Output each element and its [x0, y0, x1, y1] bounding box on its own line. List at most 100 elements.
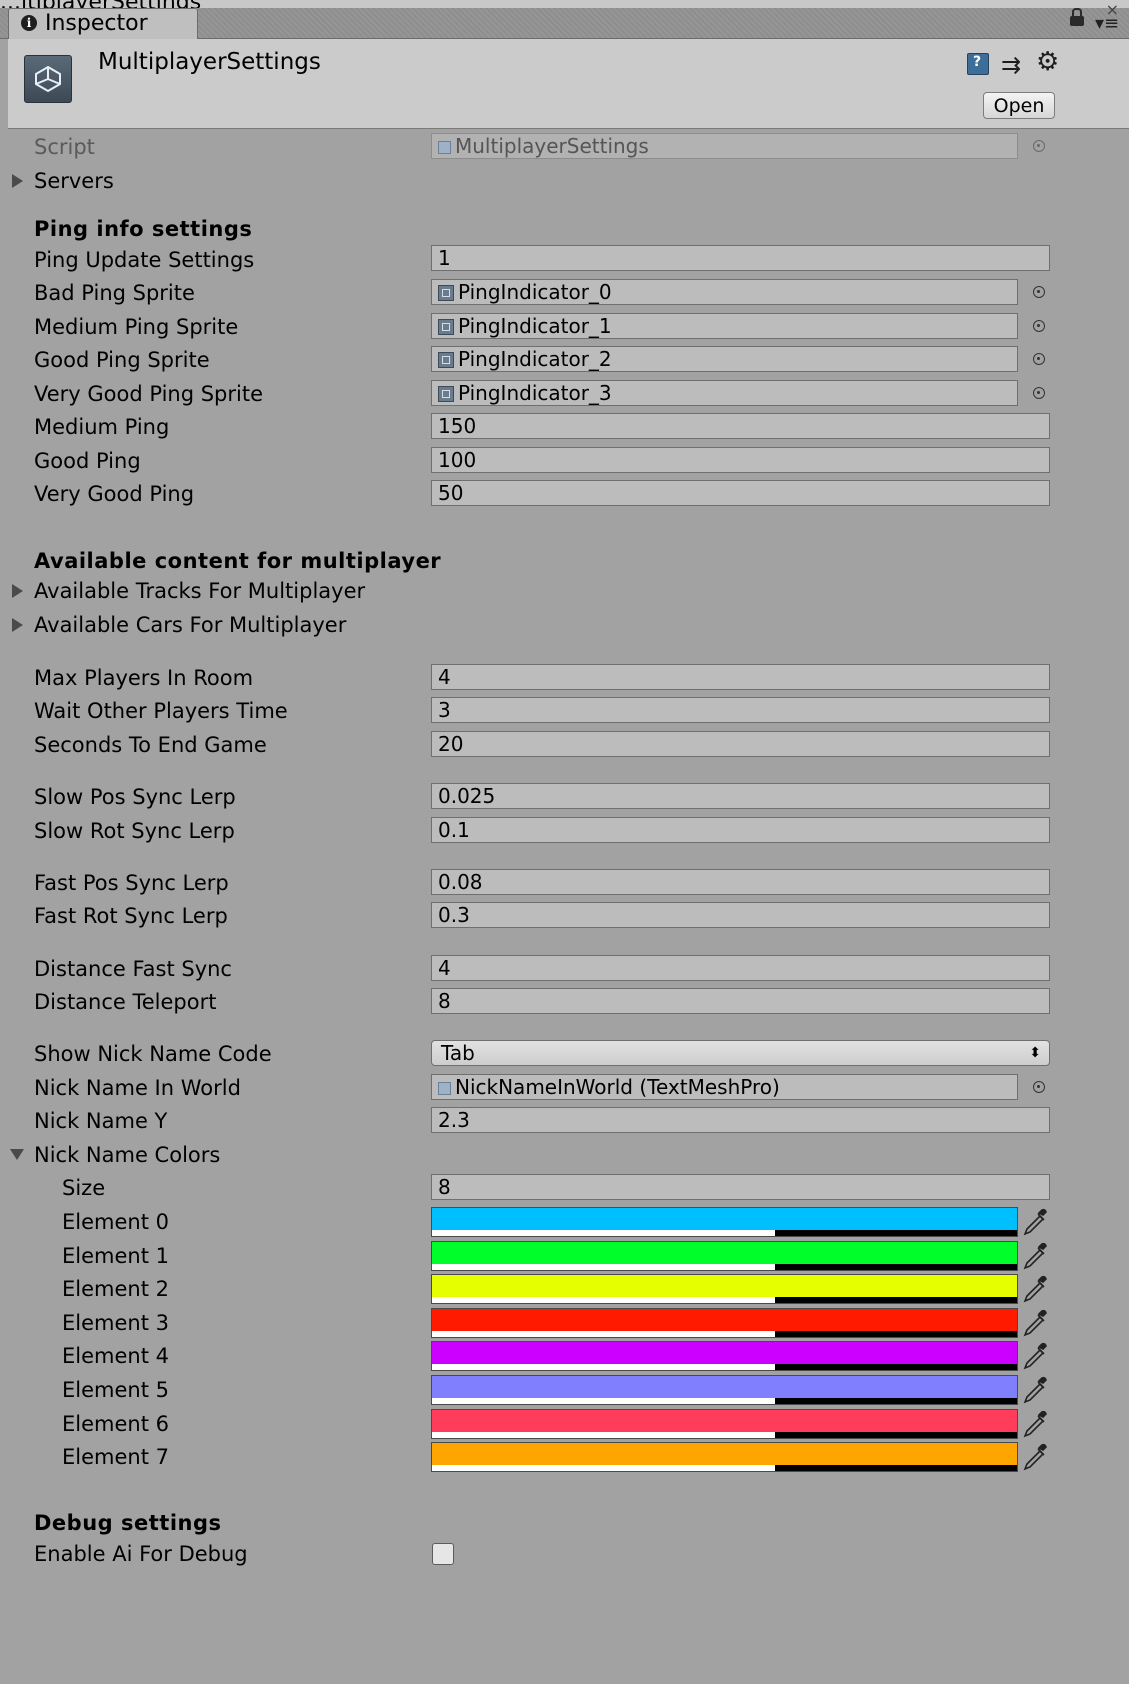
max-players-input[interactable]: 4 — [431, 664, 1050, 690]
nick-colors-foldout[interactable]: Nick Name Colors — [34, 1143, 220, 1167]
enable-ai-checkbox[interactable] — [432, 1543, 454, 1565]
object-picker-icon[interactable] — [1033, 1081, 1045, 1093]
fast-pos-input[interactable]: 0.08 — [431, 869, 1050, 895]
distance-teleport-input[interactable]: 8 — [431, 988, 1050, 1014]
nick-y-label: Nick Name Y — [34, 1109, 168, 1133]
very-good-ping-input[interactable]: 50 — [431, 480, 1050, 506]
window-title-strip: ...ltiplayerSettings — [0, 0, 1129, 15]
distance-teleport-label: Distance Teleport — [34, 990, 217, 1014]
tracks-foldout[interactable]: Available Tracks For Multiplayer — [34, 579, 365, 603]
distance-fast-input[interactable]: 4 — [431, 955, 1050, 981]
color-element-label: Element 0 — [62, 1210, 169, 1234]
cars-foldout[interactable]: Available Cars For Multiplayer — [34, 613, 346, 637]
help-icon[interactable] — [967, 53, 989, 75]
eyedropper-icon[interactable] — [1022, 1207, 1048, 1237]
nick-world-label: Nick Name In World — [34, 1076, 241, 1100]
open-button[interactable]: Open — [983, 92, 1055, 119]
eyedropper-icon[interactable] — [1022, 1274, 1048, 1304]
foldout-arrow-icon[interactable] — [12, 584, 23, 598]
content-section-heading: Available content for multiplayer — [34, 549, 442, 573]
color-field[interactable] — [431, 1375, 1018, 1405]
alpha-bar — [432, 1230, 775, 1236]
color-field[interactable] — [431, 1207, 1018, 1237]
tab-inspector[interactable]: i Inspector — [8, 8, 198, 39]
color-element-label: Element 2 — [62, 1277, 169, 1301]
color-element-label: Element 5 — [62, 1378, 169, 1402]
foldout-arrow-icon[interactable] — [10, 1149, 24, 1160]
good-ping-input[interactable]: 100 — [431, 447, 1050, 473]
object-picker-icon[interactable] — [1033, 387, 1045, 399]
color-swatch — [432, 1275, 1017, 1297]
eyedropper-icon[interactable] — [1022, 1341, 1048, 1371]
color-element-label: Element 3 — [62, 1311, 169, 1335]
unity-logo-icon — [24, 55, 72, 103]
very-good-ping-sprite-value: PingIndicator_3 — [458, 381, 612, 405]
bad-ping-sprite-value: PingIndicator_0 — [458, 280, 612, 304]
lock-icon[interactable] — [1070, 8, 1084, 26]
alpha-bar — [432, 1331, 775, 1337]
ping-update-label: Ping Update Settings — [34, 248, 255, 272]
eyedropper-icon[interactable] — [1022, 1308, 1048, 1338]
color-field[interactable] — [431, 1241, 1018, 1271]
fast-rot-label: Fast Rot Sync Lerp — [34, 904, 228, 928]
wait-players-label: Wait Other Players Time — [34, 699, 288, 723]
alpha-bar — [432, 1297, 775, 1303]
color-field[interactable] — [431, 1308, 1018, 1338]
menu-icon[interactable]: ▾≡ — [1095, 14, 1121, 34]
color-element-label: Element 6 — [62, 1412, 169, 1436]
nick-code-label: Show Nick Name Code — [34, 1042, 272, 1066]
object-picker-icon[interactable] — [1033, 320, 1045, 332]
good-ping-sprite-field[interactable]: PingIndicator_2 — [431, 346, 1018, 372]
foldout-arrow-icon[interactable] — [12, 618, 23, 632]
object-picker-icon[interactable] — [1033, 353, 1045, 365]
seconds-end-input[interactable]: 20 — [431, 731, 1050, 757]
eyedropper-icon[interactable] — [1022, 1375, 1048, 1405]
gear-icon[interactable]: ⚙ — [1036, 47, 1059, 77]
preset-icon[interactable]: ⇉ — [1001, 51, 1021, 79]
servers-foldout[interactable]: Servers — [34, 169, 114, 193]
eyedropper-icon[interactable] — [1022, 1241, 1048, 1271]
very-good-ping-sprite-field[interactable]: PingIndicator_3 — [431, 380, 1018, 406]
good-ping-sprite-value: PingIndicator_2 — [458, 347, 612, 371]
distance-fast-label: Distance Fast Sync — [34, 957, 232, 981]
nick-code-value: Tab — [441, 1041, 475, 1065]
wait-players-input[interactable]: 3 — [431, 697, 1050, 723]
very-good-ping-label: Very Good Ping — [34, 482, 195, 506]
size-input[interactable]: 8 — [431, 1174, 1050, 1200]
alpha-bar — [432, 1264, 775, 1270]
medium-ping-sprite-field[interactable]: PingIndicator_1 — [431, 313, 1018, 339]
medium-ping-input[interactable]: 150 — [431, 413, 1050, 439]
nick-code-dropdown[interactable]: Tab ⬍ — [431, 1040, 1050, 1066]
ping-update-input[interactable]: 1 — [431, 245, 1050, 271]
slow-pos-label: Slow Pos Sync Lerp — [34, 785, 236, 809]
slow-rot-label: Slow Rot Sync Lerp — [34, 819, 235, 843]
slow-rot-input[interactable]: 0.1 — [431, 817, 1050, 843]
color-field[interactable] — [431, 1442, 1018, 1472]
script-field[interactable]: MultiplayerSettings — [431, 133, 1018, 159]
slow-pos-input[interactable]: 0.025 — [431, 783, 1050, 809]
color-field[interactable] — [431, 1341, 1018, 1371]
script-icon — [438, 141, 451, 154]
medium-ping-label: Medium Ping — [34, 415, 170, 439]
fast-rot-input[interactable]: 0.3 — [431, 902, 1050, 928]
color-field[interactable] — [431, 1274, 1018, 1304]
debug-section-heading: Debug settings — [34, 1511, 222, 1535]
foldout-arrow-icon[interactable] — [12, 174, 23, 188]
color-element-label: Element 4 — [62, 1344, 169, 1368]
very-good-ping-sprite-label: Very Good Ping Sprite — [34, 382, 264, 406]
inspector-window: i Inspector × ▾≡ MultiplayerSettings ⇉ ⚙… — [0, 0, 1129, 1684]
medium-ping-sprite-value: PingIndicator_1 — [458, 314, 612, 338]
size-label: Size — [62, 1176, 106, 1200]
nick-y-input[interactable]: 2.3 — [431, 1107, 1050, 1133]
object-picker-icon[interactable] — [1033, 140, 1045, 152]
color-field[interactable] — [431, 1409, 1018, 1439]
nick-world-field[interactable]: NickNameInWorld (TextMeshPro) — [431, 1074, 1018, 1100]
eyedropper-icon[interactable] — [1022, 1442, 1048, 1472]
object-picker-icon[interactable] — [1033, 286, 1045, 298]
bad-ping-sprite-field[interactable]: PingIndicator_0 — [431, 279, 1018, 305]
sprite-icon — [438, 285, 454, 301]
alpha-bar — [432, 1398, 775, 1404]
eyedropper-icon[interactable] — [1022, 1409, 1048, 1439]
nick-world-value: NickNameInWorld (TextMeshPro) — [455, 1075, 780, 1099]
color-swatch — [432, 1242, 1017, 1264]
